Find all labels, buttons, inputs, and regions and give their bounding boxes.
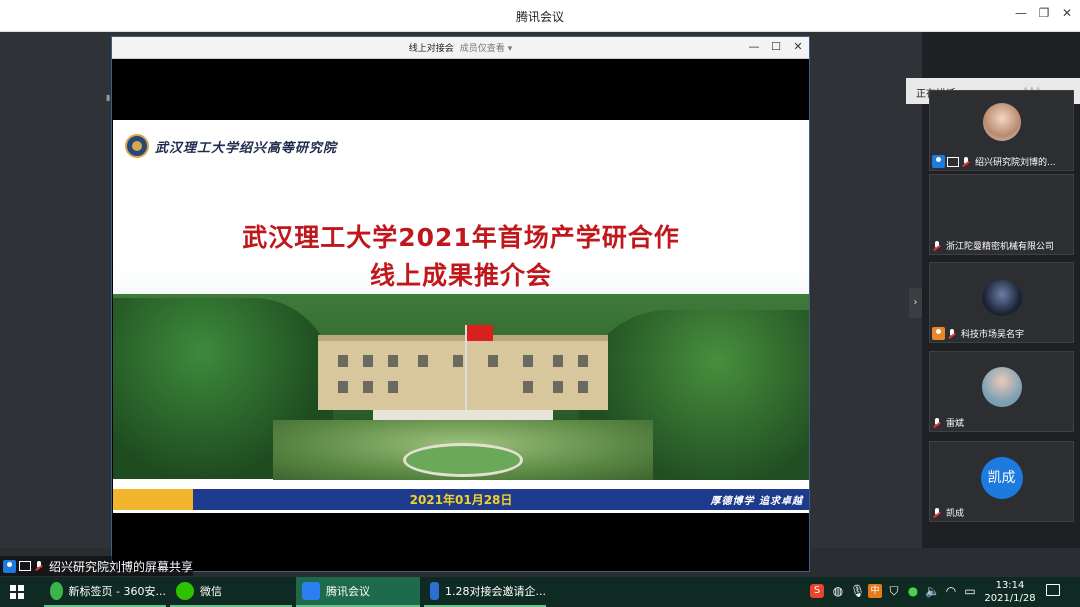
taskbar-item-tencent-meeting[interactable]: 腾讯会议 xyxy=(296,577,420,607)
shared-close-button[interactable]: ✕ xyxy=(790,40,806,53)
participant-tile[interactable]: 绍兴研究院刘博的... xyxy=(929,90,1074,171)
host-icon xyxy=(3,559,16,573)
main-building xyxy=(318,335,608,410)
windows-taskbar: 新标签页 - 360安... 微信 腾讯会议 1.28对接会邀请企... S ◍… xyxy=(0,577,1080,607)
notification-icon[interactable] xyxy=(1046,584,1060,596)
screen-share-icon xyxy=(19,561,31,571)
slide-title-line2: 线上成果推介会 xyxy=(369,261,552,290)
minimize-button[interactable]: — xyxy=(1011,6,1031,20)
institute-name: 武汉理工大学绍兴高等研究院 xyxy=(155,140,338,156)
participant-avatar-text: 凯成 xyxy=(980,457,1023,499)
taskbar-item-wechat[interactable]: 微信 xyxy=(170,577,292,607)
app-title-bar: 腾讯会议 — ❐ ✕ xyxy=(0,0,1080,32)
participant-tile[interactable]: 科技市场吴名宇 xyxy=(929,262,1074,343)
expand-sidebar-button[interactable]: › xyxy=(909,288,922,318)
app-title: 腾讯会议 xyxy=(515,10,564,24)
wifi-icon[interactable]: ◠ xyxy=(944,584,958,598)
university-motto: 厚德博学 追求卓越 xyxy=(710,496,803,507)
date-band: 2021年01月28日 厚德博学 追求卓越 xyxy=(113,489,809,510)
browser-360-icon xyxy=(50,582,63,600)
restore-button[interactable]: ❐ xyxy=(1034,6,1054,20)
shared-window-titlebar: 线上对接会 成员仅查看 ▾ — ☐ ✕ xyxy=(112,37,809,59)
network-360-icon[interactable]: ● xyxy=(906,584,920,598)
share-banner-text: 绍兴研究院刘博的屏幕共享 xyxy=(49,559,194,574)
event-date: 2021年01月28日 xyxy=(409,493,513,507)
cohost-icon xyxy=(932,327,945,340)
security-tray-icon[interactable]: ⛉ xyxy=(887,584,901,598)
participant-tile[interactable]: 浙江陀曼精密机械有限公司 xyxy=(929,174,1074,255)
windows-start-icon[interactable] xyxy=(10,585,24,599)
screen-share-banner: 绍兴研究院刘博的屏幕共享 xyxy=(0,556,194,576)
taskbar-item-word-document[interactable]: 1.28对接会邀请企... xyxy=(424,577,546,607)
tencent-meeting-icon xyxy=(302,582,320,600)
slide-title-line1: 武汉理工大学2021年首场产学研合作 xyxy=(242,223,680,252)
presentation-slide: 武汉理工大学绍兴高等研究院 武汉理工大学2021年首场产学研合作 线上成果推介会… xyxy=(113,120,809,513)
view-mode-dropdown[interactable]: 成员仅查看 ▾ xyxy=(460,44,512,54)
participant-avatar xyxy=(981,280,1022,316)
participant-name: 科技市场吴名宇 xyxy=(961,330,1025,340)
document-icon xyxy=(430,582,440,600)
participant-avatar xyxy=(981,367,1022,407)
shared-window-title: 线上对接会 xyxy=(408,44,454,54)
participant-name: 绍兴研究院刘博的... xyxy=(975,158,1056,168)
participant-name: 浙江陀曼精密机械有限公司 xyxy=(946,242,1055,252)
sogou-input-icon[interactable]: S xyxy=(810,584,824,598)
shared-window: 线上对接会 成员仅查看 ▾ — ☐ ✕ 武汉理工大学绍兴高等研究院 武汉理工大学2… xyxy=(111,36,810,572)
shared-maximize-button[interactable]: ☐ xyxy=(768,40,784,53)
mic-muted-icon xyxy=(961,156,971,168)
participant-tile[interactable]: 凯成 凯成 xyxy=(929,441,1074,522)
mic-muted-icon xyxy=(34,560,44,572)
close-button[interactable]: ✕ xyxy=(1057,6,1077,20)
clock-time: 13:14 xyxy=(995,580,1025,591)
system-clock[interactable]: 13:14 2021/1/28 xyxy=(982,579,1038,605)
clock-date: 2021/1/28 xyxy=(984,593,1036,604)
national-flag xyxy=(467,325,493,341)
microphone-icon[interactable]: 🎙 xyxy=(850,584,865,598)
screen-share-icon xyxy=(947,156,959,167)
volume-icon[interactable]: 🔈 xyxy=(925,584,940,598)
mic-muted-icon xyxy=(947,328,957,340)
host-icon xyxy=(932,155,945,168)
shared-minimize-button[interactable]: — xyxy=(746,40,762,53)
mic-muted-icon xyxy=(932,417,942,429)
participant-tile[interactable]: 雷斌 xyxy=(929,351,1074,432)
participant-name: 凯成 xyxy=(946,509,965,519)
mic-muted-icon xyxy=(932,240,942,252)
ime-chinese-icon[interactable]: 中 xyxy=(868,584,882,598)
taskbar-item-360-browser[interactable]: 新标签页 - 360安... xyxy=(44,577,166,607)
participant-avatar xyxy=(982,103,1021,141)
fountain xyxy=(403,443,523,477)
mic-muted-icon xyxy=(932,507,942,519)
wechat-tray-icon[interactable]: ◍ xyxy=(831,584,845,598)
university-seal-icon xyxy=(125,134,149,158)
institute-logo: 武汉理工大学绍兴高等研究院 xyxy=(125,134,337,158)
wechat-icon xyxy=(176,582,194,600)
battery-icon[interactable]: ▭ xyxy=(963,584,977,598)
participant-name: 雷斌 xyxy=(946,419,965,429)
